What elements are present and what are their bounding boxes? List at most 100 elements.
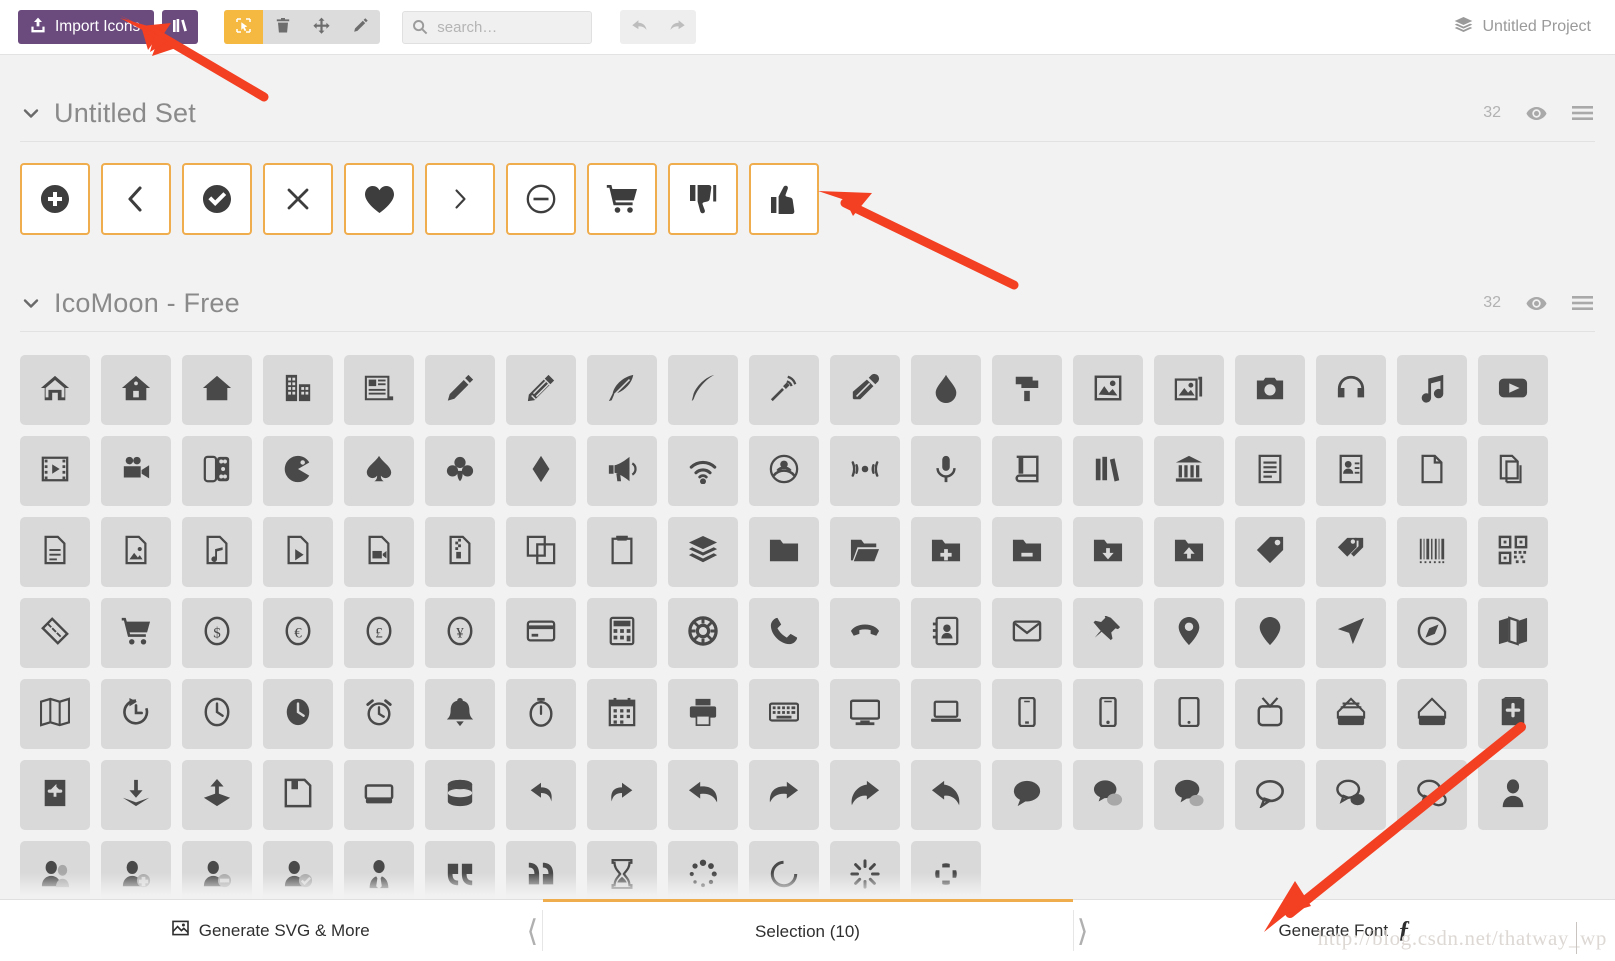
library-icon-cell[interactable] <box>1478 355 1548 425</box>
library-icon-cell[interactable] <box>344 760 414 830</box>
library-icon-cell[interactable] <box>425 517 495 587</box>
library-icon-cell[interactable] <box>587 517 657 587</box>
library-icon-cell[interactable] <box>1073 760 1143 830</box>
library-icon-cell[interactable] <box>263 760 333 830</box>
library-button[interactable] <box>162 10 199 44</box>
library-icon-cell[interactable] <box>749 679 819 749</box>
library-icon-cell[interactable] <box>911 760 981 830</box>
library-icon-cell[interactable] <box>506 760 576 830</box>
selected-icon-check-circle[interactable] <box>182 163 252 235</box>
library-icon-cell[interactable] <box>344 355 414 425</box>
library-icon-cell[interactable] <box>182 436 252 506</box>
library-icon-cell[interactable] <box>1073 355 1143 425</box>
library-icon-cell[interactable] <box>1154 598 1224 668</box>
library-icon-cell[interactable] <box>101 679 171 749</box>
library-icon-cell[interactable] <box>1154 517 1224 587</box>
import-icons-button[interactable]: Import Icons <box>18 10 155 44</box>
library-icon-cell[interactable] <box>587 436 657 506</box>
library-icon-cell[interactable] <box>1235 760 1305 830</box>
library-icon-cell[interactable] <box>668 679 738 749</box>
library-icon-cell[interactable] <box>830 436 900 506</box>
library-icon-cell[interactable] <box>992 679 1062 749</box>
library-icon-cell[interactable] <box>1397 517 1467 587</box>
library-icon-cell[interactable] <box>263 679 333 749</box>
library-icon-cell[interactable] <box>1073 517 1143 587</box>
library-icon-cell[interactable] <box>1478 436 1548 506</box>
library-icon-cell[interactable] <box>182 679 252 749</box>
generate-font-button[interactable]: Generate Font ƒ <box>1074 900 1615 961</box>
library-icon-cell[interactable] <box>830 598 900 668</box>
move-tool-button[interactable] <box>302 10 341 44</box>
library-icon-cell[interactable] <box>101 355 171 425</box>
library-icon-cell[interactable] <box>20 598 90 668</box>
library-icon-cell[interactable] <box>1478 517 1548 587</box>
chevron-left-icon[interactable]: ⟨ <box>527 902 539 961</box>
library-icon-cell[interactable] <box>749 598 819 668</box>
edit-tool-button[interactable] <box>341 10 380 44</box>
library-icon-cell[interactable] <box>830 355 900 425</box>
library-icon-cell[interactable] <box>587 679 657 749</box>
library-icon-cell[interactable] <box>425 436 495 506</box>
eye-icon[interactable] <box>1526 296 1547 311</box>
selected-icon-minus-circle[interactable] <box>506 163 576 235</box>
library-icon-cell[interactable] <box>668 598 738 668</box>
library-icon-cell[interactable] <box>1397 679 1467 749</box>
library-icon-cell[interactable] <box>1397 436 1467 506</box>
library-icon-cell[interactable] <box>830 679 900 749</box>
eye-icon[interactable] <box>1526 106 1547 121</box>
project-selector[interactable]: Untitled Project <box>1454 16 1598 38</box>
chevron-right-icon[interactable]: ⟩ <box>1077 902 1089 961</box>
library-icon-cell[interactable] <box>425 679 495 749</box>
library-icon-cell[interactable] <box>749 355 819 425</box>
selection-tab[interactable]: ⟨ Selection (10) ⟩ <box>527 899 1089 961</box>
library-icon-cell[interactable] <box>830 760 900 830</box>
library-icon-cell[interactable] <box>101 598 171 668</box>
selected-icon-close-x[interactable] <box>263 163 333 235</box>
library-icon-cell[interactable] <box>506 436 576 506</box>
library-icon-cell[interactable] <box>1397 598 1467 668</box>
library-icon-cell[interactable] <box>1316 436 1386 506</box>
library-icon-cell[interactable] <box>587 598 657 668</box>
selected-icon-chevron-left[interactable] <box>101 163 171 235</box>
library-icon-cell[interactable] <box>1235 598 1305 668</box>
undo-button[interactable] <box>620 10 658 44</box>
library-icon-cell[interactable] <box>506 517 576 587</box>
library-icon-cell[interactable] <box>1397 355 1467 425</box>
library-icon-cell[interactable] <box>20 355 90 425</box>
library-icon-cell[interactable] <box>1073 679 1143 749</box>
library-icon-cell[interactable] <box>182 760 252 830</box>
library-icon-cell[interactable] <box>263 436 333 506</box>
library-icon-cell[interactable] <box>263 517 333 587</box>
library-icon-cell[interactable] <box>1154 436 1224 506</box>
library-icon-cell[interactable] <box>506 355 576 425</box>
library-icon-cell[interactable] <box>506 679 576 749</box>
library-icon-cell[interactable] <box>668 760 738 830</box>
library-icon-cell[interactable] <box>1235 517 1305 587</box>
library-icon-cell[interactable] <box>1316 760 1386 830</box>
library-icon-cell[interactable] <box>344 436 414 506</box>
library-icon-cell[interactable] <box>344 679 414 749</box>
library-icon-cell[interactable] <box>506 598 576 668</box>
delete-tool-button[interactable] <box>263 10 302 44</box>
library-icon-cell[interactable] <box>911 679 981 749</box>
library-icon-cell[interactable] <box>263 355 333 425</box>
library-icon-cell[interactable] <box>992 598 1062 668</box>
library-icon-cell[interactable] <box>749 436 819 506</box>
select-tool-button[interactable] <box>224 10 264 44</box>
library-icon-cell[interactable]: € <box>263 598 333 668</box>
library-icon-cell[interactable] <box>587 355 657 425</box>
selected-icon-plus-circle[interactable] <box>20 163 90 235</box>
search-input[interactable] <box>402 10 593 44</box>
library-icon-cell[interactable]: ¥ <box>425 598 495 668</box>
library-icon-cell[interactable] <box>1316 355 1386 425</box>
library-icon-cell[interactable] <box>911 355 981 425</box>
library-icon-cell[interactable] <box>587 760 657 830</box>
library-icon-cell[interactable] <box>1073 436 1143 506</box>
library-icon-cell[interactable] <box>992 355 1062 425</box>
library-icon-cell[interactable] <box>911 517 981 587</box>
library-icon-cell[interactable] <box>992 760 1062 830</box>
library-icon-cell[interactable] <box>1478 598 1548 668</box>
chevron-down-icon[interactable] <box>20 102 42 124</box>
library-icon-cell[interactable] <box>20 760 90 830</box>
library-icon-cell[interactable] <box>1154 679 1224 749</box>
